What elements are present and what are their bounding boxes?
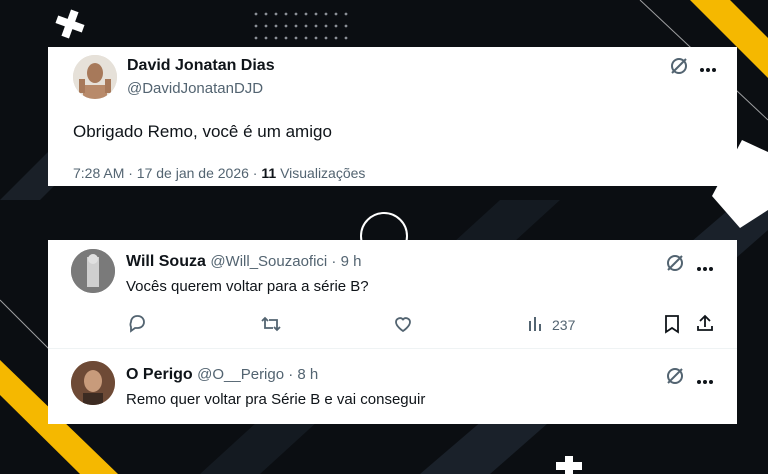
grok-icon[interactable]: [665, 366, 685, 386]
dot-grid: [254, 12, 348, 40]
views-label: Visualizações: [280, 165, 366, 181]
reply-header: O Perigo @O__Perigo · 8 h: [126, 366, 318, 384]
reply-author-handle[interactable]: @O__Perigo · 8 h: [197, 366, 318, 383]
grok-icon[interactable]: [669, 56, 689, 76]
reply-header: Will Souza @Will_Souzaofici · 9 h: [126, 253, 361, 271]
reply-author-name[interactable]: O Perigo: [126, 366, 193, 383]
views-icon[interactable]: [527, 315, 545, 333]
reply-author-name[interactable]: Will Souza: [126, 253, 206, 270]
plus-icon: [556, 456, 582, 474]
tweet-text: Obrigado Remo, você é um amigo: [73, 122, 332, 141]
views-count: 11: [261, 165, 277, 181]
author-handle[interactable]: @DavidJonatanDJD: [127, 80, 263, 97]
reply-text: Remo quer voltar pra Série B e vai conse…: [126, 391, 426, 408]
timestamp[interactable]: 7:28 AM · 17 de jan de 2026 ·: [73, 165, 257, 181]
bookmark-icon[interactable]: [663, 314, 681, 334]
more-options-icon[interactable]: [699, 60, 717, 72]
divider: [48, 348, 737, 349]
like-icon[interactable]: [393, 314, 413, 334]
share-icon[interactable]: [695, 313, 715, 333]
views-count: 237: [552, 317, 576, 333]
retweet-icon[interactable]: [260, 314, 282, 334]
reply-text: Vocês querem voltar para a série B?: [126, 278, 369, 295]
tweet-meta: 7:28 AM · 17 de jan de 2026 · 11 Visuali…: [73, 165, 365, 181]
more-options-icon[interactable]: [696, 259, 714, 271]
more-options-icon[interactable]: [696, 372, 714, 384]
main-tweet-card[interactable]: David Jonatan Dias @DavidJonatanDJD Obri…: [48, 47, 737, 186]
reply-icon[interactable]: [127, 313, 147, 333]
grok-icon[interactable]: [665, 253, 685, 273]
plus-icon: [55, 9, 85, 39]
avatar[interactable]: [71, 249, 115, 293]
avatar[interactable]: [73, 55, 117, 99]
avatar[interactable]: [71, 361, 115, 405]
author-name[interactable]: David Jonatan Dias: [127, 57, 275, 75]
reply-author-handle[interactable]: @Will_Souzaofici · 9 h: [210, 253, 361, 270]
replies-card: Will Souza @Will_Souzaofici · 9 h Vocês …: [48, 240, 737, 424]
